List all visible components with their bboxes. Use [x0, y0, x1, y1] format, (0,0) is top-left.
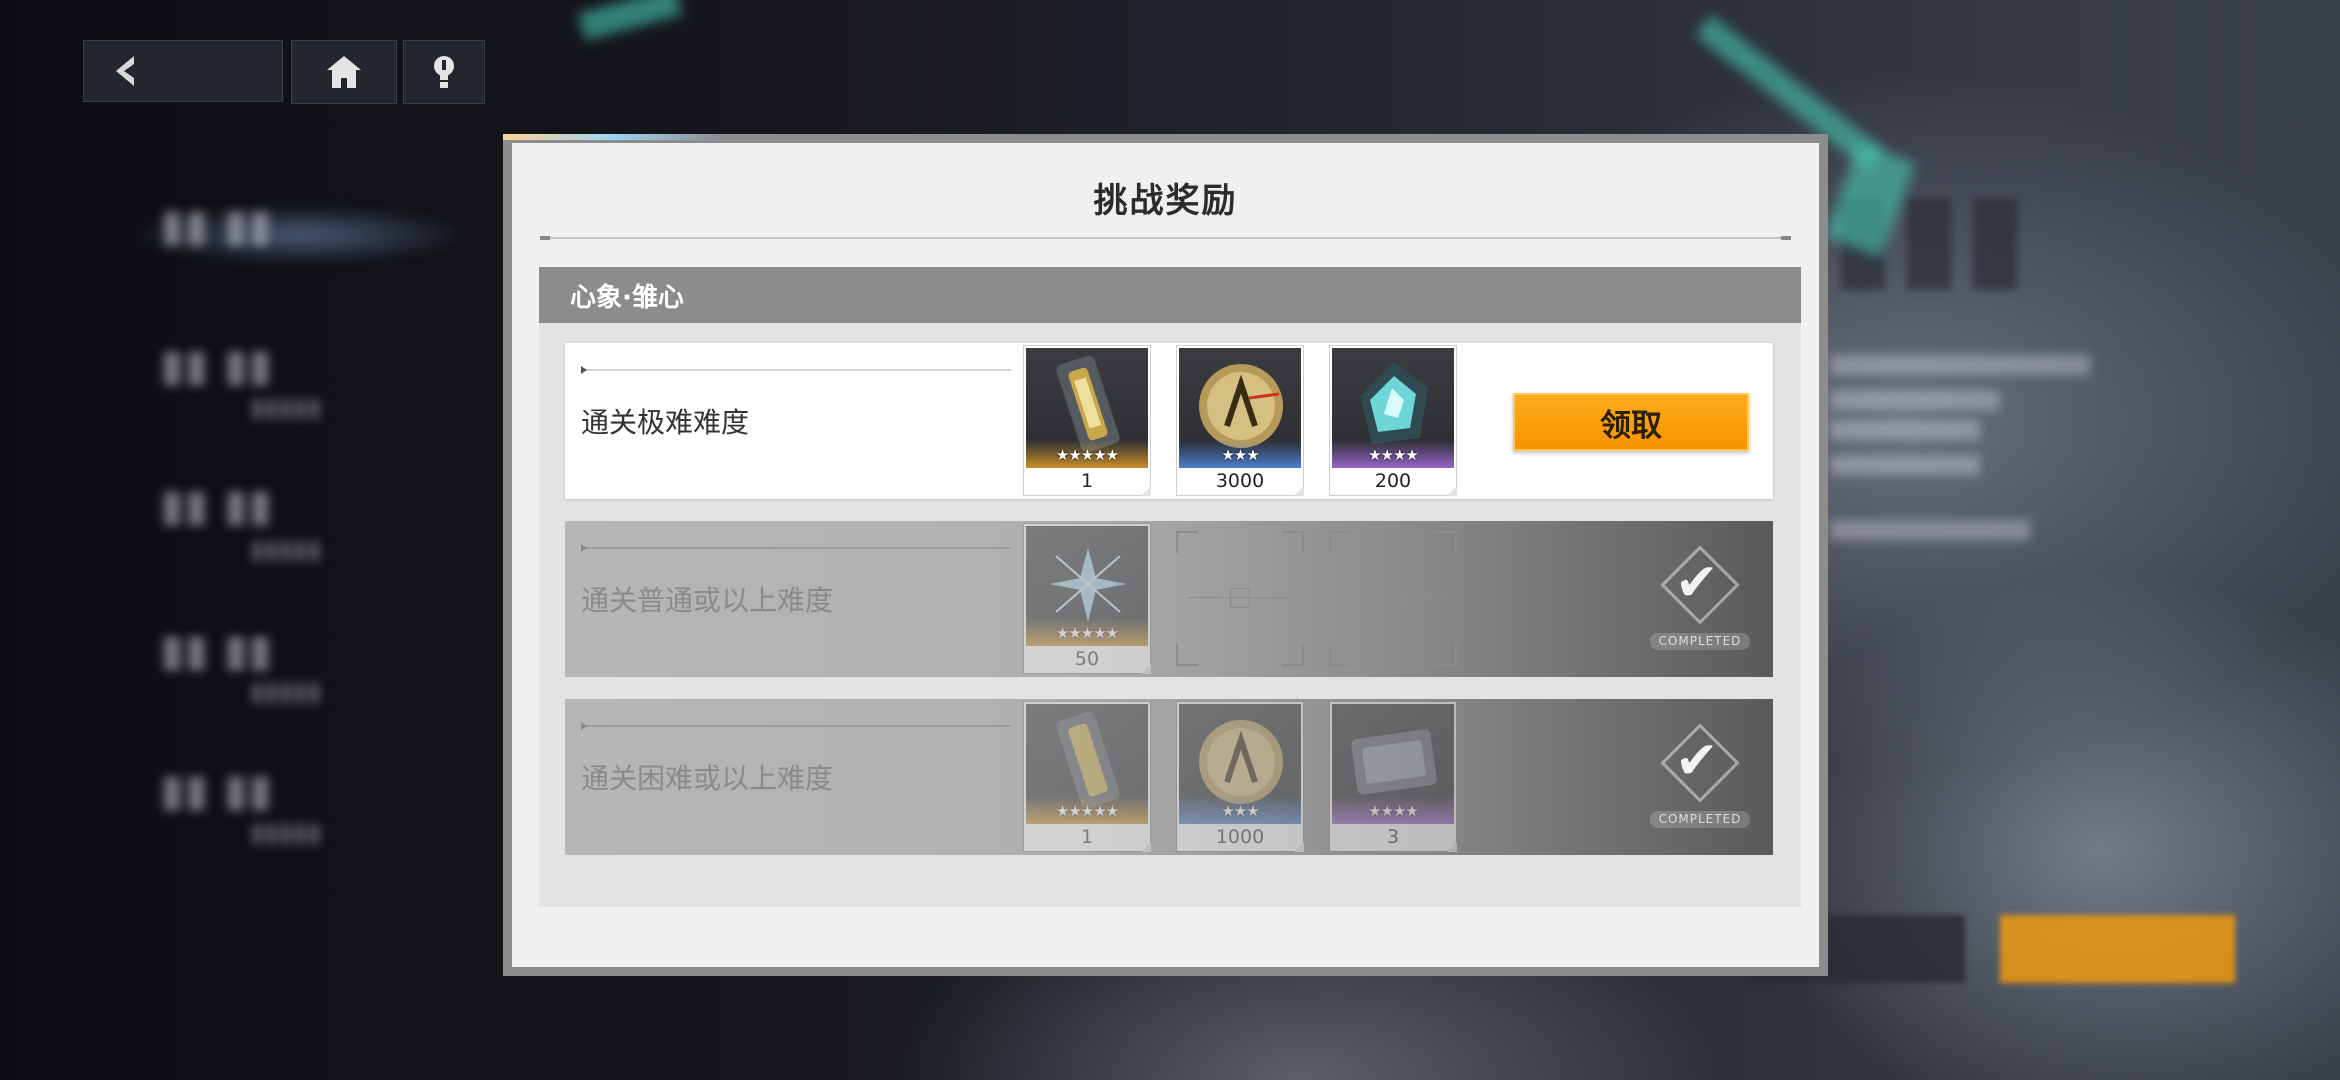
reward-stars: ★★★★ [1368, 802, 1419, 820]
row-label: 通关困难或以上难度 [581, 762, 834, 795]
completed-label: COMPLETED [1650, 633, 1750, 650]
reward-item-gold-cylinder[interactable]: ★★★★★ 1 [1023, 345, 1151, 496]
home-icon [327, 56, 361, 88]
reward-row-extreme: 通关极难难度 ★★★★★ 1 ★★★ 3000 ★★★★ 200 领取 [565, 343, 1773, 499]
panel-header: 心象·雏心 [539, 267, 1801, 323]
reward-item-shard[interactable]: ★★★★★ 50 [1023, 523, 1151, 674]
check-icon: ✔ [1675, 553, 1719, 613]
claim-button[interactable]: 领取 [1513, 393, 1749, 451]
reward-stars: ★★★★★ [1055, 624, 1119, 642]
reward-quantity: 1 [1080, 470, 1094, 492]
reward-stars: ★★★ [1221, 802, 1259, 820]
back-button[interactable] [83, 40, 283, 102]
reward-item-gold-coin[interactable]: ★★★ 3000 [1176, 345, 1304, 496]
reward-item-gold-cylinder[interactable]: ★★★★★ 1 [1023, 701, 1151, 852]
reward-quantity: 50 [1074, 648, 1100, 670]
crystal-item-icon: ★★★★ [1332, 348, 1454, 468]
lightbulb-icon [434, 56, 454, 88]
row-label: 通关普通或以上难度 [581, 584, 834, 617]
title-divider [540, 236, 1791, 240]
reward-stars: ★★★★★ [1055, 446, 1119, 464]
reward-item-crystal[interactable]: ★★★★ 200 [1329, 345, 1457, 496]
cylinder-item-icon: ★★★★★ [1026, 348, 1148, 468]
reward-quantity: 200 [1374, 470, 1412, 492]
cylinder-item-icon: ★★★★★ [1026, 704, 1148, 824]
rewards-panel: 心象·雏心 通关极难难度 ★★★★★ 1 ★★★ 3000 ★★★★ 200 领… [539, 267, 1801, 907]
shard-item-icon: ★★★★★ [1026, 526, 1148, 646]
reward-stars: ★★★★ [1368, 446, 1419, 464]
completed-badge: ✔ COMPLETED [1650, 723, 1750, 828]
back-arrow-icon [116, 56, 134, 86]
empty-reward-slot [1329, 531, 1457, 666]
dialog-glow-accent [503, 134, 723, 140]
coin-item-icon: ★★★ [1179, 348, 1301, 468]
reward-row-hard: 通关困难或以上难度 ★★★★★ 1 ★★★ 1000 ★★★★ 3 ✔ COMP… [565, 699, 1773, 855]
reward-stars: ★★★★★ [1055, 802, 1119, 820]
empty-reward-slot [1176, 531, 1304, 666]
home-button[interactable] [291, 40, 397, 104]
completed-label: COMPLETED [1650, 811, 1750, 828]
reward-item-exp-chip[interactable]: ★★★★ 3 [1329, 701, 1457, 852]
reward-stars: ★★★ [1221, 446, 1259, 464]
completed-badge: ✔ COMPLETED [1650, 545, 1750, 650]
reward-quantity: 3 [1386, 826, 1400, 848]
coin-item-icon: ★★★ [1179, 704, 1301, 824]
challenge-rewards-dialog: 挑战奖励 心象·雏心 通关极难难度 ★★★★★ 1 ★★★ 3000 ★★★★ … [503, 134, 1828, 976]
check-icon: ✔ [1675, 731, 1719, 791]
tip-button[interactable] [403, 40, 485, 104]
reward-item-gold-coin[interactable]: ★★★ 1000 [1176, 701, 1304, 852]
exp-chip-item-icon: ★★★★ [1332, 704, 1454, 824]
dialog-title: 挑战奖励 [1093, 181, 1238, 221]
row-label: 通关极难难度 [581, 406, 750, 439]
reward-quantity: 1 [1080, 826, 1094, 848]
reward-quantity: 3000 [1215, 470, 1265, 492]
reward-quantity: 1000 [1215, 826, 1265, 848]
reward-row-normal: 通关普通或以上难度 ★★★★★ 50 ✔ COMPLETED [565, 521, 1773, 677]
